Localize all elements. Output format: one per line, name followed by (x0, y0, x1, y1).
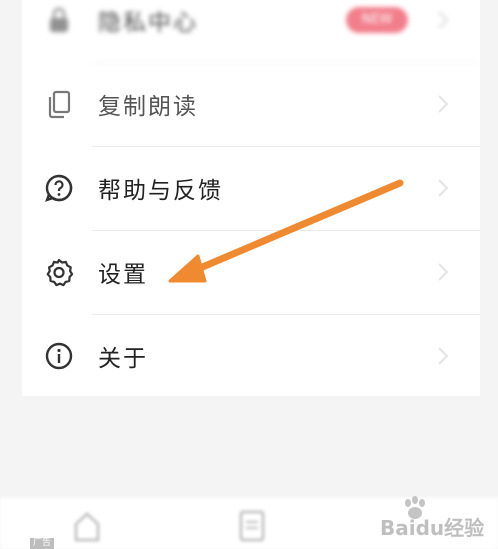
baidu-watermark: Baidu经验 (380, 492, 498, 542)
home-tab-icon[interactable] (72, 508, 102, 544)
document-tab-icon[interactable] (237, 508, 267, 544)
watermark-text: Baidu经验 (380, 516, 485, 540)
annotation-arrow (168, 179, 404, 283)
ad-tag: 广告 (30, 538, 55, 549)
